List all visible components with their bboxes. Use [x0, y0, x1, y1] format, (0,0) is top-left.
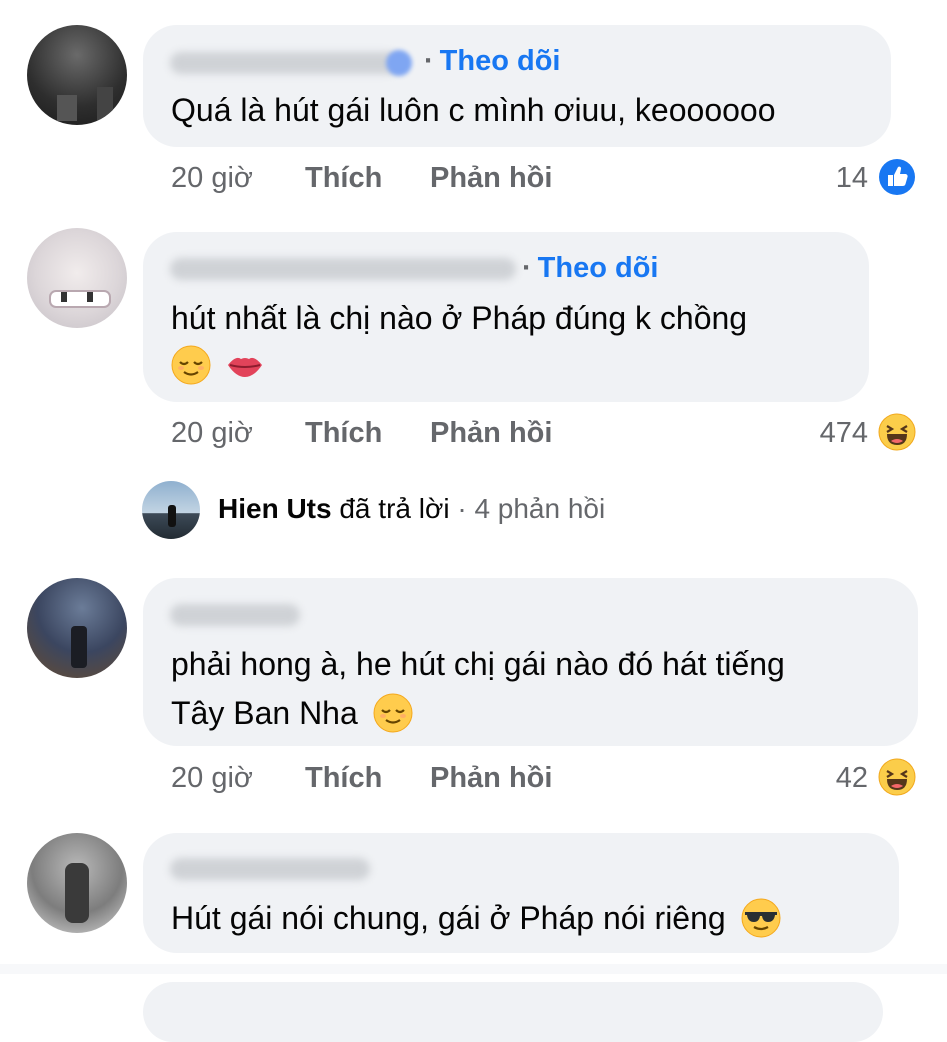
comment-line: hút nhất là chị nào ở Pháp đúng k chồng — [171, 300, 748, 336]
reply-button[interactable]: Phản hồi — [430, 762, 552, 795]
follow-label: Theo dõi — [537, 252, 659, 284]
commenter-avatar[interactable] — [27, 228, 127, 328]
relieved-face-icon — [373, 693, 413, 733]
comment-time[interactable]: 20 giờ — [171, 762, 253, 795]
follow-label: Theo dõi — [439, 45, 561, 77]
comment-line: phải hong à, he hút chị gái nào đó hát t… — [171, 646, 785, 682]
lips-icon — [228, 357, 263, 377]
reply-button[interactable]: Phản hồi — [430, 162, 552, 195]
comment-emojis — [171, 345, 265, 389]
comment-line-2: Tây Ban Nha — [171, 689, 785, 738]
comment-line: Quá là hút gái luôn c mình ơiuu, keooooo… — [171, 92, 776, 128]
relieved-face-icon — [171, 345, 211, 385]
comment-line: Hút gái nói chung, gái ở Pháp nói riêng — [171, 900, 726, 936]
bottom-divider — [0, 964, 947, 974]
next-comment-bubble — [143, 982, 883, 1042]
commenter-name-blurred[interactable] — [170, 604, 300, 626]
follow-link[interactable]: · Theo dõi — [522, 252, 659, 285]
commenter-avatar[interactable] — [27, 25, 127, 125]
comment-text: Hút gái nói chung, gái ở Pháp nói riêng — [171, 894, 781, 943]
like-icon[interactable] — [878, 158, 916, 196]
commenter-avatar[interactable] — [27, 578, 127, 678]
like-button[interactable]: Thích — [305, 162, 382, 195]
comment-text: phải hong à, he hút chị gái nào đó hát t… — [171, 640, 785, 738]
dot-separator: · — [424, 45, 434, 77]
reply-button[interactable]: Phản hồi — [430, 417, 552, 450]
verified-badge-icon — [386, 50, 412, 76]
haha-icon[interactable] — [878, 758, 916, 796]
reaction-count[interactable]: 474 — [760, 417, 868, 450]
comment-time[interactable]: 20 giờ — [171, 417, 253, 450]
like-button[interactable]: Thích — [305, 417, 382, 450]
comment-time[interactable]: 20 giờ — [171, 162, 253, 195]
commenter-name-blurred[interactable] — [170, 858, 370, 880]
comment-text: Quá là hút gái luôn c mình ơiuu, keooooo… — [171, 86, 776, 135]
reply-count: 4 phản hồi — [474, 493, 606, 524]
commenter-avatar[interactable] — [27, 833, 127, 933]
reaction-count[interactable]: 42 — [780, 762, 868, 795]
view-replies-link[interactable]: Hien Uts đã trả lời · 4 phản hồi — [218, 493, 605, 525]
dot-separator: · — [522, 252, 532, 284]
follow-link[interactable]: · Theo dõi — [424, 45, 561, 78]
reply-action: đã trả lời — [339, 493, 450, 524]
replier-name: Hien Uts — [218, 493, 332, 524]
like-button[interactable]: Thích — [305, 762, 382, 795]
dot-separator: · — [457, 493, 467, 524]
commenter-name-blurred[interactable] — [170, 258, 516, 280]
replier-avatar[interactable] — [142, 481, 200, 539]
comment-text: hút nhất là chị nào ở Pháp đúng k chồng — [171, 294, 747, 343]
haha-icon[interactable] — [878, 413, 916, 451]
sunglasses-face-icon — [741, 898, 781, 938]
reaction-count[interactable]: 14 — [780, 162, 868, 195]
commenter-name-blurred[interactable] — [170, 52, 400, 74]
comment-line: Tây Ban Nha — [171, 695, 358, 731]
